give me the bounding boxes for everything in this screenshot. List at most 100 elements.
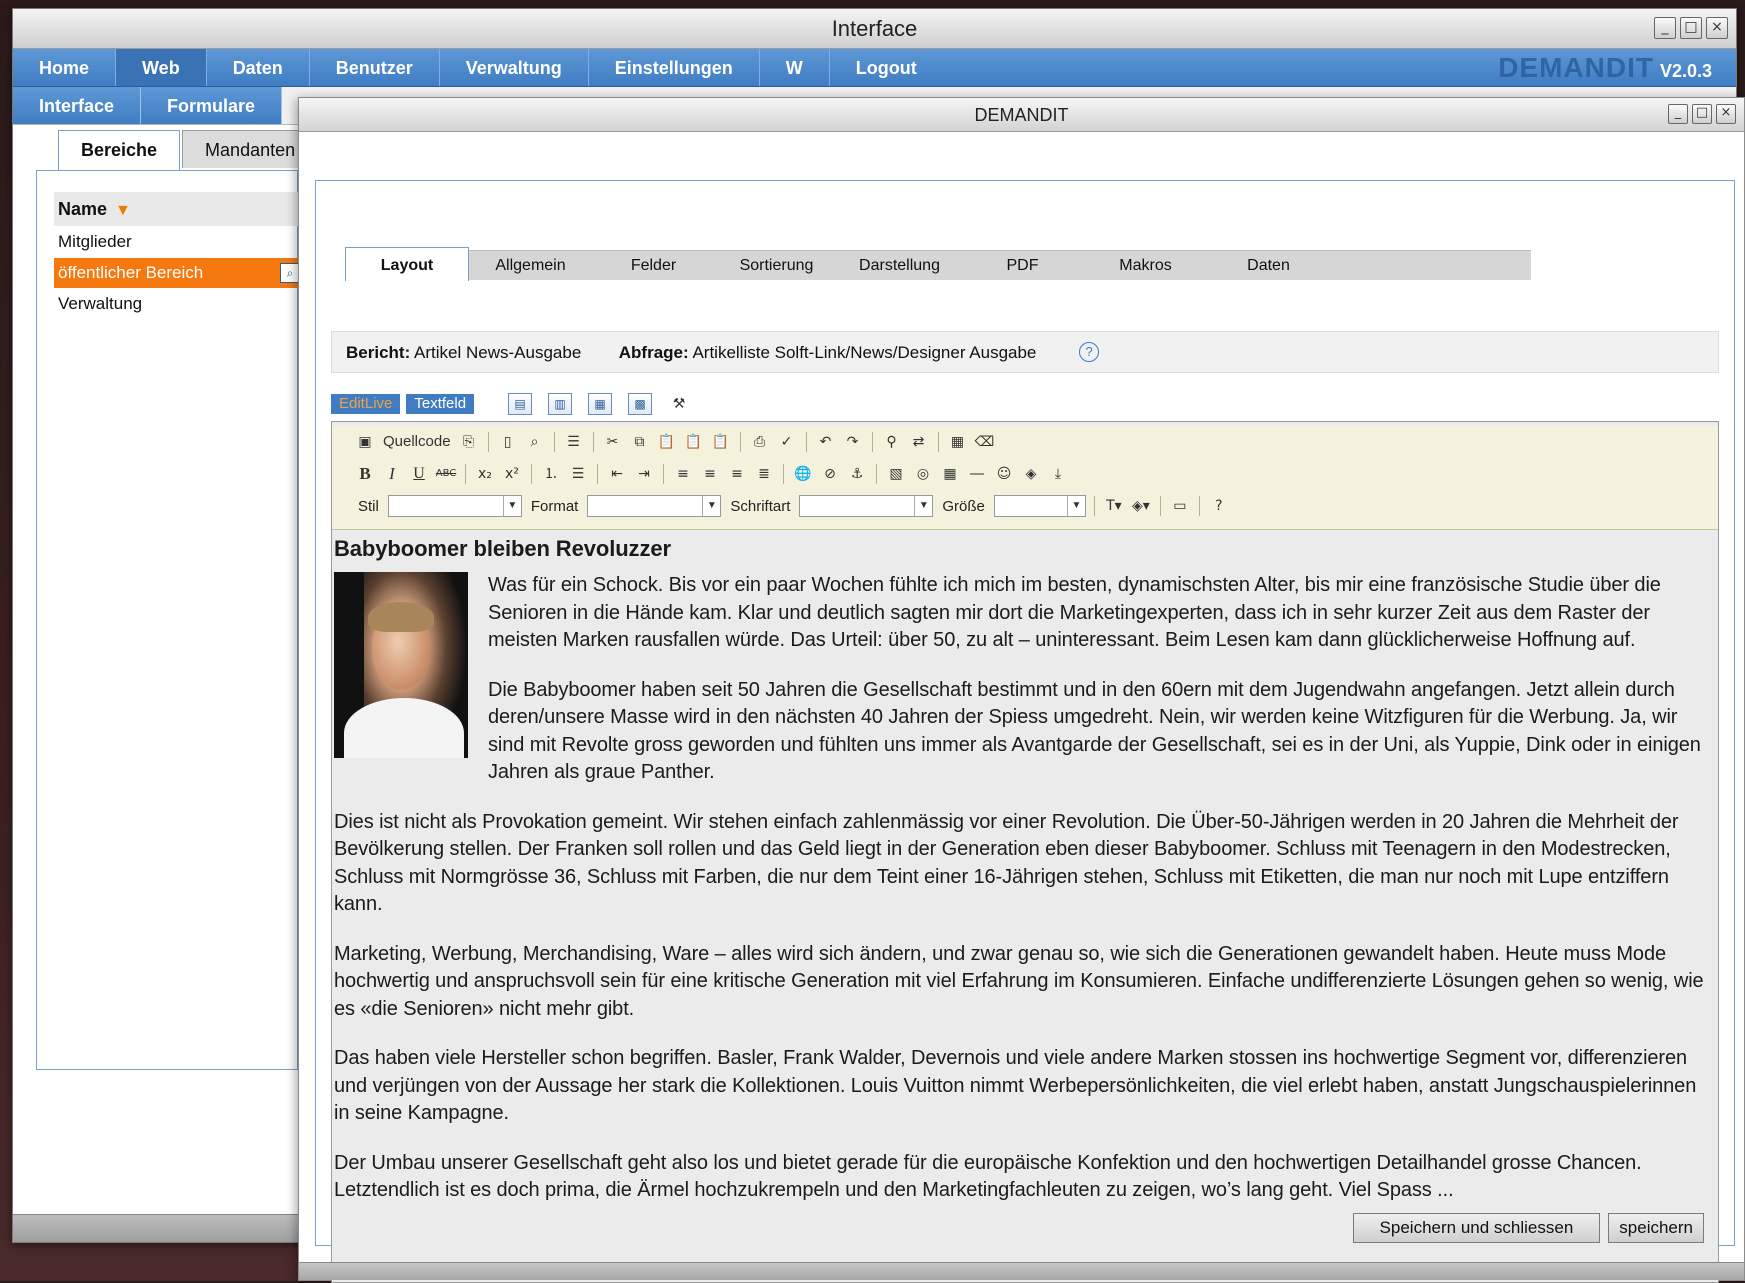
maximize-editor-icon[interactable]: ▭ [1169, 495, 1191, 517]
underline-icon[interactable]: U [408, 463, 430, 485]
menu-einstellungen[interactable]: Einstellungen [589, 49, 760, 86]
select-all-icon[interactable]: ▦ [947, 431, 969, 453]
horizontal-rule-icon[interactable]: ― [966, 463, 988, 485]
remove-format-icon[interactable]: ⌫ [974, 431, 996, 453]
outer-window-title: Interface [831, 16, 918, 41]
save-doc-icon[interactable]: ⎘ [458, 431, 480, 453]
unlink-icon[interactable]: ⊘ [819, 463, 841, 485]
table-icon[interactable]: ▦ [939, 463, 961, 485]
submenu-interface[interactable]: Interface [13, 87, 142, 124]
print-icon[interactable]: ⎙ [749, 431, 771, 453]
anchor-icon[interactable]: ⚓ [846, 463, 868, 485]
list-item-verwaltung[interactable]: Verwaltung [54, 289, 304, 319]
tab-felder[interactable]: Felder [592, 251, 715, 280]
menu-daten[interactable]: Daten [207, 49, 310, 86]
menu-home[interactable]: Home [13, 49, 117, 86]
bold-icon[interactable]: B [354, 463, 376, 485]
groesse-select[interactable]: ▼ [993, 495, 1086, 517]
save-button[interactable]: speichern [1608, 1213, 1704, 1243]
smiley-icon[interactable]: ☺ [993, 463, 1015, 485]
image-icon[interactable]: ▧ [885, 463, 907, 485]
align-justify-icon[interactable]: ≣ [753, 463, 775, 485]
editor-content[interactable]: Babyboomer bleiben Revoluzzer Was für ei… [332, 530, 1718, 1205]
wizard-icon[interactable]: ⚒ [668, 393, 690, 415]
help-icon[interactable]: ? [1079, 342, 1100, 362]
align-center-icon[interactable]: ≡ [699, 463, 721, 485]
inner-maximize-button[interactable]: □ [1692, 104, 1712, 124]
templates-icon[interactable]: ☰ [563, 431, 585, 453]
superscript-icon[interactable]: x² [501, 463, 523, 485]
tab-pdf[interactable]: PDF [961, 251, 1084, 280]
copy-icon[interactable]: ⧉ [629, 431, 651, 453]
paste-icon[interactable]: 📋 [656, 431, 678, 453]
bericht-value: Artikel News-Ausgabe [414, 343, 582, 362]
link-icon[interactable]: 🌐 [792, 463, 814, 485]
flash-icon[interactable]: ◎ [912, 463, 934, 485]
background-color-icon[interactable]: ◈▾ [1130, 495, 1152, 517]
maximize-button[interactable]: □ [1680, 17, 1702, 39]
editor-help-icon[interactable]: ? [1208, 495, 1230, 517]
calendar-view-icon[interactable]: ▩ [628, 393, 653, 415]
stil-label: Stil [358, 497, 379, 515]
strikethrough-icon[interactable]: ABC [435, 463, 457, 485]
paste-text-icon[interactable]: 📋 [683, 431, 705, 453]
sort-desc-icon[interactable]: ▼ [115, 202, 131, 219]
page-break-icon[interactable]: ⤓ [1047, 463, 1069, 485]
indent-icon[interactable]: ⇥ [633, 463, 655, 485]
undo-icon[interactable]: ↶ [815, 431, 837, 453]
special-char-icon[interactable]: ◈ [1020, 463, 1042, 485]
minimize-button[interactable]: _ [1654, 17, 1676, 39]
tab-darstellung[interactable]: Darstellung [838, 251, 961, 280]
preview-icon[interactable]: ⌕ [524, 431, 546, 453]
column-header-label: Name [58, 199, 108, 219]
tab-layout[interactable]: Layout [345, 247, 469, 281]
editlive-button[interactable]: EditLive [331, 394, 401, 414]
textfeld-button[interactable]: Textfeld [406, 394, 475, 414]
align-left-icon[interactable]: ≡ [672, 463, 694, 485]
bullet-list-icon[interactable]: ☰ [567, 463, 589, 485]
subscript-icon[interactable]: x₂ [474, 463, 496, 485]
menu-benutzer[interactable]: Benutzer [310, 49, 440, 86]
numbered-list-icon[interactable]: ⒈ [540, 463, 562, 485]
menu-logout[interactable]: Logout [830, 49, 943, 86]
column-header-name[interactable]: Name ▼ [54, 192, 304, 226]
stil-select[interactable]: ▼ [387, 495, 522, 517]
page-view-icon[interactable]: ▦ [588, 393, 613, 415]
chevron-down-icon: ▼ [702, 496, 720, 516]
zoom-icon[interactable]: ⌕ [280, 263, 300, 283]
tab-allgemein[interactable]: Allgemein [469, 251, 592, 280]
list-item-label: Verwaltung [58, 294, 143, 313]
tab-bereiche[interactable]: Bereiche [58, 130, 181, 170]
source-code-icon[interactable]: ▣ [354, 431, 376, 453]
italic-icon[interactable]: I [381, 463, 403, 485]
outdent-icon[interactable]: ⇤ [606, 463, 628, 485]
paste-word-icon[interactable]: 📋 [710, 431, 732, 453]
tab-daten[interactable]: Daten [1207, 251, 1330, 280]
spellcheck-icon[interactable]: ✓ [776, 431, 798, 453]
layout-view-icon[interactable]: ▤ [508, 393, 533, 415]
list-item-mitglieder[interactable]: Mitglieder [54, 227, 304, 257]
format-select[interactable]: ▼ [587, 495, 722, 517]
outer-titlebar: Interface _ □ × [13, 9, 1736, 49]
submenu-formulare[interactable]: Formulare [141, 87, 283, 124]
replace-icon[interactable]: ⇄ [908, 431, 930, 453]
list-item-oeffentlicher-bereich[interactable]: öffentlicher Bereich ⌕ [54, 258, 304, 288]
tab-makros[interactable]: Makros [1084, 251, 1207, 280]
schriftart-select[interactable]: ▼ [799, 495, 934, 517]
menu-verwaltung[interactable]: Verwaltung [440, 49, 589, 86]
cut-icon[interactable]: ✂ [602, 431, 624, 453]
save-and-close-button[interactable]: Speichern und schliessen [1352, 1213, 1601, 1243]
tab-sortierung[interactable]: Sortierung [715, 251, 838, 280]
structure-view-icon[interactable]: ▥ [548, 393, 573, 415]
menu-w[interactable]: W [760, 49, 830, 86]
source-code-button[interactable]: Quellcode [381, 431, 453, 453]
menu-web[interactable]: Web [116, 49, 207, 86]
redo-icon[interactable]: ↷ [842, 431, 864, 453]
inner-close-button[interactable]: × [1716, 104, 1736, 124]
inner-minimize-button[interactable]: _ [1668, 104, 1688, 124]
find-icon[interactable]: ⚲ [881, 431, 903, 453]
text-color-icon[interactable]: T▾ [1103, 495, 1125, 517]
new-doc-icon[interactable]: ▯ [497, 431, 519, 453]
close-button[interactable]: × [1706, 17, 1728, 39]
align-right-icon[interactable]: ≡ [726, 463, 748, 485]
